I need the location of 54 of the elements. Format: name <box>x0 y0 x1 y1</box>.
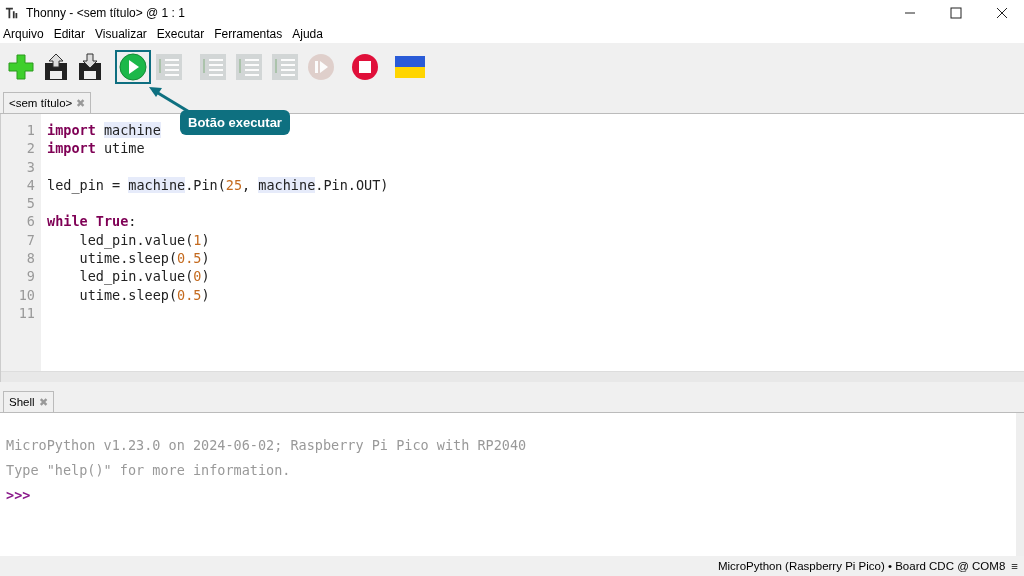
shell-prompt: >>> <box>6 487 31 503</box>
menu-item[interactable]: Arquivo <box>3 27 44 41</box>
menu-item[interactable]: Visualizar <box>95 27 147 41</box>
shell-output-line: MicroPython v1.23.0 on 2024-06-02; Raspberry Pi Pico with RP2040 <box>6 436 528 455</box>
run-button[interactable] <box>115 50 151 84</box>
plus-icon <box>7 53 35 81</box>
tab-label: <sem título> <box>9 97 73 109</box>
lines-icon <box>271 53 299 81</box>
menu-item[interactable]: Ferramentas <box>214 27 283 41</box>
line-number: 2 <box>25 139 36 158</box>
code-line: led_pin = machine.Pin(25, machine.Pin.OUT) <box>47 176 389 193</box>
scrollbar[interactable] <box>1 371 1024 382</box>
code-line: led_pin.value(0) <box>78 268 210 285</box>
floppy-disk-icon <box>77 53 103 81</box>
lines-icon <box>199 53 227 81</box>
resume-icon <box>307 53 335 81</box>
maximize-icon[interactable] <box>950 6 962 19</box>
status-text[interactable]: MicroPython (Raspberry Pi Pico) • Board CDC @ COM8 <box>717 560 1006 572</box>
app-logo-icon <box>5 5 19 20</box>
shell-tab[interactable]: Shell ✖ <box>3 391 54 412</box>
line-number: 5 <box>25 194 36 213</box>
floppy-disk-icon <box>43 53 69 81</box>
menu-icon[interactable]: ≡ <box>1011 560 1018 572</box>
shell-panel[interactable]: MicroPython v1.23.0 on 2024-06-02; Raspberry Pi Pico with RP2040 Type "help()" for more information. >>> <box>0 413 1024 556</box>
code-line: while True: <box>47 213 137 230</box>
shell-output-line: Type "help()" for more information. <box>6 461 292 480</box>
menu-item[interactable]: Editar <box>53 27 86 41</box>
code-line: utime.sleep(0.5) <box>78 286 210 303</box>
line-number: 11 <box>17 303 36 323</box>
code-line: utime.sleep(0.5) <box>78 250 210 267</box>
line-number: 4 <box>25 175 36 195</box>
tab-label: Shell <box>9 396 35 408</box>
line-number: 10 <box>17 285 36 304</box>
stop-icon <box>351 53 379 81</box>
line-number: 9 <box>25 267 36 286</box>
line-number: 3 <box>25 157 36 176</box>
code-line: import utime <box>47 140 145 157</box>
lines-icon <box>155 53 183 81</box>
flag-icon <box>395 56 425 78</box>
lines-icon <box>235 53 263 81</box>
play-icon <box>119 53 147 81</box>
callout-label: Botão executar <box>180 110 290 135</box>
close-icon[interactable] <box>996 6 1008 19</box>
code-line: led_pin.value(1) <box>78 231 210 248</box>
code-line: import machine <box>47 122 161 138</box>
line-number: 8 <box>25 249 36 268</box>
scrollbar[interactable] <box>1016 413 1024 556</box>
menu-item[interactable]: Executar <box>156 27 205 41</box>
editor-tab[interactable]: <sem título> ✖ <box>3 92 92 113</box>
line-number: 7 <box>25 230 36 250</box>
menu-item[interactable]: Ajuda <box>292 27 323 41</box>
window-title: Thonny - <sem título> @ 1 : 1 <box>26 5 185 20</box>
line-number: 6 <box>25 212 36 231</box>
line-number: 1 <box>25 121 36 140</box>
